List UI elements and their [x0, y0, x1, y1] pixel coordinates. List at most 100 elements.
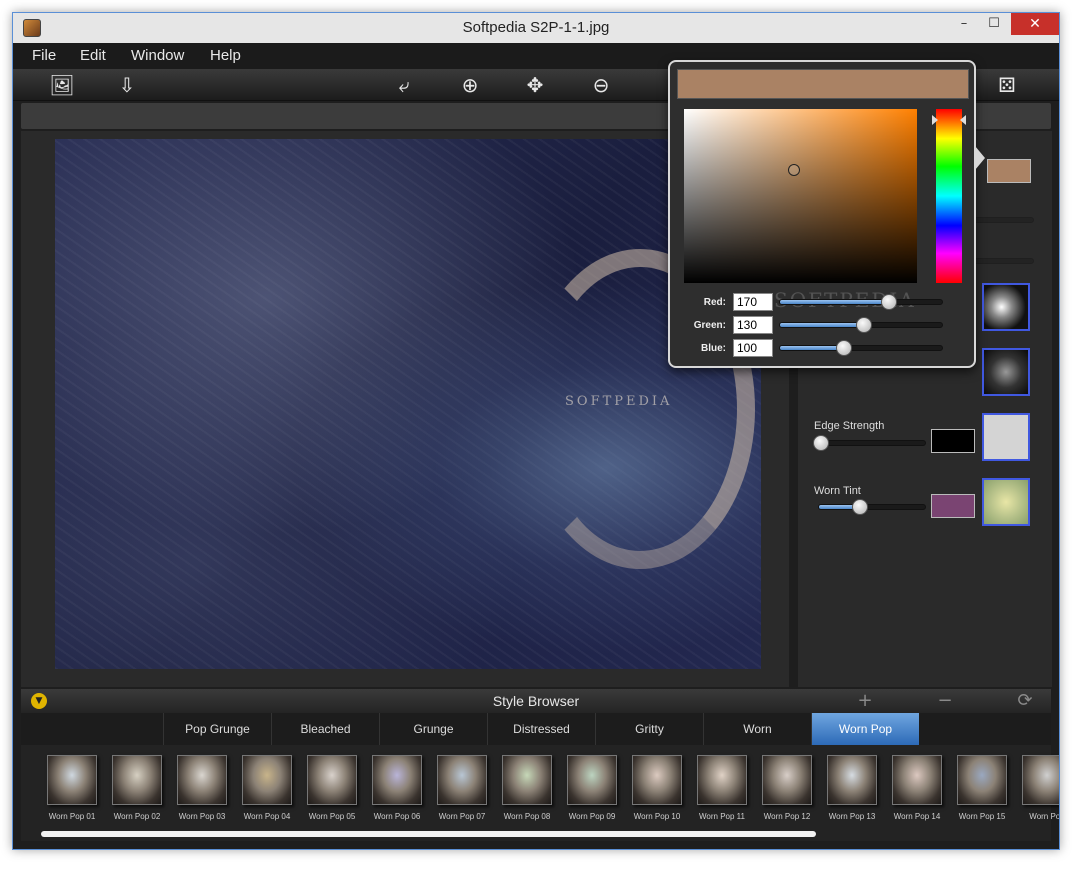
- hue-marker-left[interactable]: [932, 115, 938, 125]
- blue-slider-fill: [780, 346, 845, 350]
- blue-slider-knob[interactable]: [836, 340, 853, 356]
- title-bar: Softpedia S2P-1-1.jpg – ☐ ✕: [13, 13, 1059, 43]
- worn-tint-knob[interactable]: [852, 499, 869, 515]
- tab-pop-grunge[interactable]: Pop Grunge: [163, 713, 271, 745]
- popup-pointer: [975, 146, 985, 170]
- style-thumbnail[interactable]: Worn Pop 03: [173, 755, 231, 821]
- style-thumbnail-label: Worn Pop 07: [438, 812, 486, 821]
- window-title: Softpedia S2P-1-1.jpg: [462, 19, 610, 36]
- color-preview: [677, 69, 969, 99]
- style-thumbnail-label: Worn Pop 14: [893, 812, 941, 821]
- save-image-icon[interactable]: ⇩: [113, 72, 141, 98]
- style-thumbnail[interactable]: Worn Pop: [1018, 755, 1060, 821]
- move-icon[interactable]: ✥: [521, 72, 549, 98]
- style-thumbnail-image: [957, 755, 1007, 805]
- worn-texture-thumb[interactable]: [982, 478, 1030, 526]
- menu-window[interactable]: Window: [131, 47, 184, 64]
- style-thumbnail[interactable]: Worn Pop 12: [758, 755, 816, 821]
- style-thumbnail[interactable]: Worn Pop 14: [888, 755, 946, 821]
- style-thumbnail[interactable]: Worn Pop 10: [628, 755, 686, 821]
- app-window: Softpedia S2P-1-1.jpg – ☐ ✕ File Edit Wi…: [12, 12, 1060, 850]
- style-thumbnail-image: [567, 755, 617, 805]
- style-thumbnail-label: Worn Pop 03: [178, 812, 226, 821]
- open-image-icon[interactable]: 🖼: [48, 72, 76, 98]
- style-thumbnail-label: Worn Pop 12: [763, 812, 811, 821]
- close-button[interactable]: ✕: [1011, 13, 1059, 35]
- green-slider-fill: [780, 323, 864, 327]
- style-thumbnail-image: [112, 755, 162, 805]
- menu-edit[interactable]: Edit: [80, 47, 106, 64]
- green-slider[interactable]: [779, 317, 943, 333]
- worn-tint-swatch[interactable]: [931, 494, 975, 518]
- style-browser-title: Style Browser: [492, 693, 580, 709]
- style-thumbnail[interactable]: Worn Pop 04: [238, 755, 296, 821]
- tab-grunge[interactable]: Grunge: [379, 713, 487, 745]
- tab-distressed[interactable]: Distressed: [487, 713, 595, 745]
- style-thumbnail[interactable]: Worn Pop 01: [43, 755, 101, 821]
- style-thumbnail-image: [437, 755, 487, 805]
- color-picker-popup: SOFTPEDIA Red: 170 Green: 130 Blue: 100: [668, 60, 976, 368]
- worn-tint-slider[interactable]: [818, 499, 926, 515]
- edge-texture-thumb[interactable]: [982, 413, 1030, 461]
- dice-icon[interactable]: ⚄: [993, 72, 1021, 98]
- hue-marker-right[interactable]: [960, 115, 966, 125]
- style-thumbnail[interactable]: Worn Pop 13: [823, 755, 881, 821]
- zoom-out-icon[interactable]: ⊖: [587, 72, 615, 98]
- texture-thumb-2[interactable]: [982, 348, 1030, 396]
- style-thumbnail[interactable]: Worn Pop 08: [498, 755, 556, 821]
- selected-color-swatch[interactable]: [987, 159, 1031, 183]
- blue-label: Blue:: [701, 343, 726, 354]
- saturation-value-field[interactable]: [684, 109, 917, 283]
- style-thumbnail-image: [242, 755, 292, 805]
- add-style-icon[interactable]: +: [855, 691, 875, 711]
- edge-strength-knob[interactable]: [813, 435, 830, 451]
- maximize-button[interactable]: ☐: [979, 13, 1009, 35]
- style-browser-header: ▼ Style Browser + − ⟳: [21, 689, 1051, 713]
- menu-file[interactable]: File: [32, 47, 56, 64]
- style-thumbnail-label: Worn Pop 10: [633, 812, 681, 821]
- green-label: Green:: [693, 320, 726, 331]
- blue-input[interactable]: 100: [733, 339, 773, 357]
- style-thumbnail-image: [372, 755, 422, 805]
- style-thumbnail-label: Worn Pop 11: [699, 812, 745, 821]
- texture-thumb-1[interactable]: [982, 283, 1030, 331]
- zoom-in-icon[interactable]: ⊕: [456, 72, 484, 98]
- tab-bleached[interactable]: Bleached: [271, 713, 379, 745]
- hue-strip[interactable]: [932, 109, 966, 283]
- blue-slider[interactable]: [779, 340, 943, 356]
- reset-style-icon[interactable]: ⟳: [1015, 691, 1035, 711]
- red-slider-fill: [780, 300, 890, 304]
- style-thumbnail-label: Worn Pop 15: [958, 812, 1006, 821]
- style-thumbnail[interactable]: Worn Pop 07: [433, 755, 491, 821]
- rotate-icon[interactable]: ⤶: [390, 72, 418, 98]
- menu-help[interactable]: Help: [210, 47, 241, 64]
- style-thumbnail-label: Worn Pop 13: [828, 812, 876, 821]
- tab-worn[interactable]: Worn: [703, 713, 811, 745]
- style-thumbnail-image: [177, 755, 227, 805]
- style-thumbnail[interactable]: Worn Pop 11: [693, 755, 751, 821]
- remove-style-icon[interactable]: −: [935, 691, 955, 711]
- style-thumbnail[interactable]: Worn Pop 09: [563, 755, 621, 821]
- edge-color-swatch[interactable]: [931, 429, 975, 453]
- edge-strength-slider[interactable]: [813, 435, 926, 451]
- red-input[interactable]: 170: [733, 293, 773, 311]
- thumbnail-scrollbar[interactable]: [41, 831, 816, 837]
- edge-strength-label: Edge Strength: [814, 420, 885, 432]
- style-thumbnail-label: Worn Pop 06: [373, 812, 421, 821]
- red-slider[interactable]: [779, 294, 943, 310]
- style-thumbnail[interactable]: Worn Pop 15: [953, 755, 1011, 821]
- minimize-button[interactable]: –: [949, 13, 979, 35]
- green-slider-knob[interactable]: [855, 317, 872, 333]
- style-thumbnail-label: Worn Pop: [1029, 812, 1060, 821]
- style-thumbnail-image: [827, 755, 877, 805]
- color-cursor[interactable]: [788, 164, 800, 176]
- style-thumbnail[interactable]: Worn Pop 06: [368, 755, 426, 821]
- green-input[interactable]: 130: [733, 316, 773, 334]
- style-tabs: Pop Grunge Bleached Grunge Distressed Gritty…: [21, 713, 1051, 745]
- style-thumbnail[interactable]: Worn Pop 02: [108, 755, 166, 821]
- tab-gritty[interactable]: Gritty: [595, 713, 703, 745]
- tab-worn-pop[interactable]: Worn Pop: [811, 713, 919, 745]
- style-thumbnail-image: [697, 755, 747, 805]
- style-thumbnail-image: [307, 755, 357, 805]
- style-thumbnail[interactable]: Worn Pop 05: [303, 755, 361, 821]
